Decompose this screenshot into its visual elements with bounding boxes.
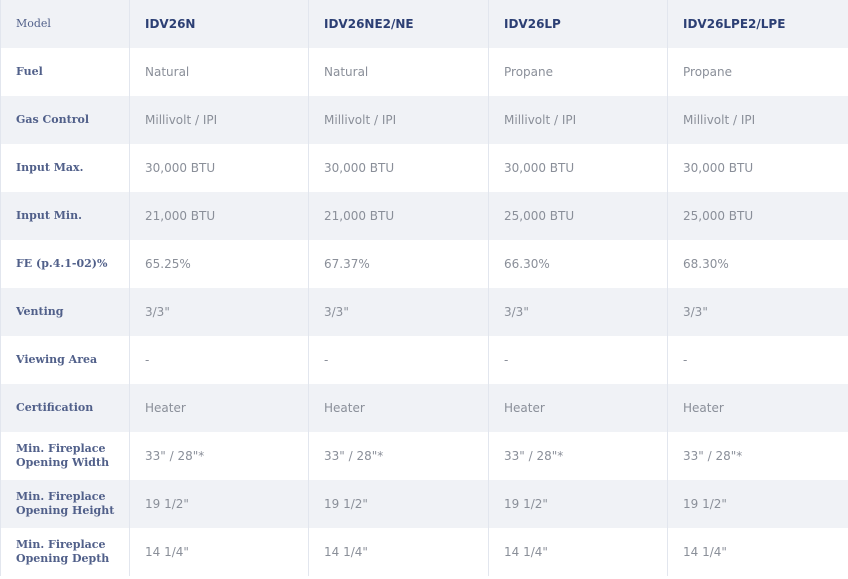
row-label: Venting	[0, 288, 130, 336]
specifications-table: Model IDV26N IDV26NE2/NE IDV26LP IDV26LP…	[0, 0, 848, 576]
row-label-line: Opening Height	[16, 504, 115, 517]
row-venting: Venting 3/3" 3/3" 3/3" 3/3"	[0, 288, 848, 336]
row-label-line: Opening Depth	[16, 552, 110, 565]
row-input-min: Input Min. 21,000 BTU 21,000 BTU 25,000 …	[0, 192, 848, 240]
row-label: Viewing Area	[0, 336, 130, 384]
row-label-model: Model	[0, 0, 130, 48]
cell-value: Heater	[489, 384, 668, 432]
row-label-line: Min. Fireplace	[16, 490, 106, 503]
cell-value: Heater	[668, 384, 848, 432]
row-label: Input Min.	[0, 192, 130, 240]
cell-value: Natural	[130, 48, 309, 96]
cell-value: Millivolt / IPI	[489, 96, 668, 144]
model-name: IDV26LPE2/LPE	[668, 0, 848, 48]
cell-value: Millivolt / IPI	[668, 96, 848, 144]
cell-value: 67.37%	[309, 240, 489, 288]
cell-value: -	[309, 336, 489, 384]
cell-value: 33" / 28"*	[309, 432, 489, 480]
model-name: IDV26LP	[489, 0, 668, 48]
cell-value: 19 1/2"	[489, 480, 668, 528]
row-label: Fuel	[0, 48, 130, 96]
cell-value: 14 1/4"	[668, 528, 848, 576]
header-row: Model IDV26N IDV26NE2/NE IDV26LP IDV26LP…	[0, 0, 848, 48]
row-fe: FE (p.4.1-02)% 65.25% 67.37% 66.30% 68.3…	[0, 240, 848, 288]
cell-value: 14 1/4"	[489, 528, 668, 576]
cell-value: 19 1/2"	[130, 480, 309, 528]
row-label: Min. Fireplace Opening Height	[0, 480, 130, 528]
row-label: Min. Fireplace Opening Depth	[0, 528, 130, 576]
row-opening-width: Min. Fireplace Opening Width 33" / 28"* …	[0, 432, 848, 480]
cell-value: 30,000 BTU	[309, 144, 489, 192]
cell-value: 3/3"	[489, 288, 668, 336]
cell-value: 66.30%	[489, 240, 668, 288]
cell-value: -	[668, 336, 848, 384]
cell-value: 19 1/2"	[668, 480, 848, 528]
row-label-line: Opening Width	[16, 456, 110, 469]
row-viewing-area: Viewing Area - - - -	[0, 336, 848, 384]
cell-value: -	[489, 336, 668, 384]
row-label: Certification	[0, 384, 130, 432]
cell-value: 14 1/4"	[130, 528, 309, 576]
row-input-max: Input Max. 30,000 BTU 30,000 BTU 30,000 …	[0, 144, 848, 192]
cell-value: Heater	[130, 384, 309, 432]
cell-value: Millivolt / IPI	[130, 96, 309, 144]
row-opening-depth: Min. Fireplace Opening Depth 14 1/4" 14 …	[0, 528, 848, 576]
row-label: Input Max.	[0, 144, 130, 192]
cell-value: 33" / 28"*	[489, 432, 668, 480]
cell-value: 30,000 BTU	[668, 144, 848, 192]
cell-value: Propane	[489, 48, 668, 96]
cell-value: 65.25%	[130, 240, 309, 288]
cell-value: Propane	[668, 48, 848, 96]
row-label-line: Min. Fireplace	[16, 442, 106, 455]
cell-value: 19 1/2"	[309, 480, 489, 528]
row-label: Min. Fireplace Opening Width	[0, 432, 130, 480]
cell-value: Millivolt / IPI	[309, 96, 489, 144]
cell-value: 21,000 BTU	[309, 192, 489, 240]
cell-value: 21,000 BTU	[130, 192, 309, 240]
cell-value: 14 1/4"	[309, 528, 489, 576]
cell-value: 30,000 BTU	[130, 144, 309, 192]
row-opening-height: Min. Fireplace Opening Height 19 1/2" 19…	[0, 480, 848, 528]
cell-value: 33" / 28"*	[668, 432, 848, 480]
cell-value: 25,000 BTU	[668, 192, 848, 240]
model-name: IDV26N	[130, 0, 309, 48]
row-certification: Certification Heater Heater Heater Heate…	[0, 384, 848, 432]
cell-value: Heater	[309, 384, 489, 432]
cell-value: 33" / 28"*	[130, 432, 309, 480]
cell-value: 68.30%	[668, 240, 848, 288]
row-label: Gas Control	[0, 96, 130, 144]
cell-value: -	[130, 336, 309, 384]
model-name: IDV26NE2/NE	[309, 0, 489, 48]
row-gas-control: Gas Control Millivolt / IPI Millivolt / …	[0, 96, 848, 144]
cell-value: 3/3"	[309, 288, 489, 336]
cell-value: 30,000 BTU	[489, 144, 668, 192]
cell-value: 3/3"	[130, 288, 309, 336]
row-fuel: Fuel Natural Natural Propane Propane	[0, 48, 848, 96]
row-label: FE (p.4.1-02)%	[0, 240, 130, 288]
row-label-line: Min. Fireplace	[16, 538, 106, 551]
cell-value: 25,000 BTU	[489, 192, 668, 240]
cell-value: Natural	[309, 48, 489, 96]
cell-value: 3/3"	[668, 288, 848, 336]
